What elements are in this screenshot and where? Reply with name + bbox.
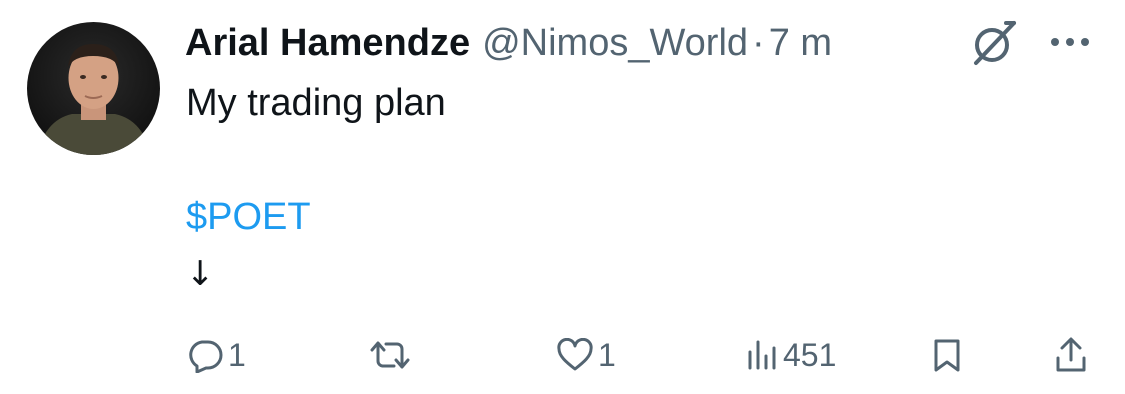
separator-dot: · <box>752 21 765 64</box>
tweet[interactable]: Arial Hamendze @Nimos_World · 7 m My tra… <box>0 0 1125 394</box>
reply-count: 1 <box>228 336 246 373</box>
like-button[interactable]: 1 <box>556 330 616 380</box>
bookmark-button[interactable] <box>931 330 963 380</box>
like-icon <box>557 338 593 371</box>
views-button[interactable]: 451 <box>745 330 836 380</box>
author-handle[interactable]: @Nimos_World <box>482 22 748 65</box>
action-bar: 1 1 451 <box>0 330 1125 380</box>
view-count: 451 <box>783 336 837 373</box>
share-button[interactable] <box>1054 330 1088 380</box>
views-icon <box>748 340 776 370</box>
reply-button[interactable]: 1 <box>186 330 246 380</box>
author-name[interactable]: Arial Hamendze <box>185 22 470 65</box>
tweet-header: Arial Hamendze @Nimos_World · 7 m <box>185 18 832 68</box>
retweet-button[interactable] <box>367 330 413 380</box>
reply-icon <box>189 340 223 373</box>
down-arrow: ↓ <box>186 254 215 294</box>
retweet-icon <box>370 341 410 369</box>
share-icon <box>1056 337 1086 372</box>
grok-icon[interactable] <box>968 19 1018 67</box>
bookmark-icon <box>934 339 960 372</box>
avatar[interactable] <box>27 22 160 155</box>
tweet-text: My trading plan <box>186 82 446 124</box>
cashtag-link[interactable]: $POET <box>186 195 311 239</box>
timestamp[interactable]: 7 m <box>769 22 832 65</box>
more-icon[interactable] <box>1046 30 1094 54</box>
like-count: 1 <box>598 336 616 373</box>
